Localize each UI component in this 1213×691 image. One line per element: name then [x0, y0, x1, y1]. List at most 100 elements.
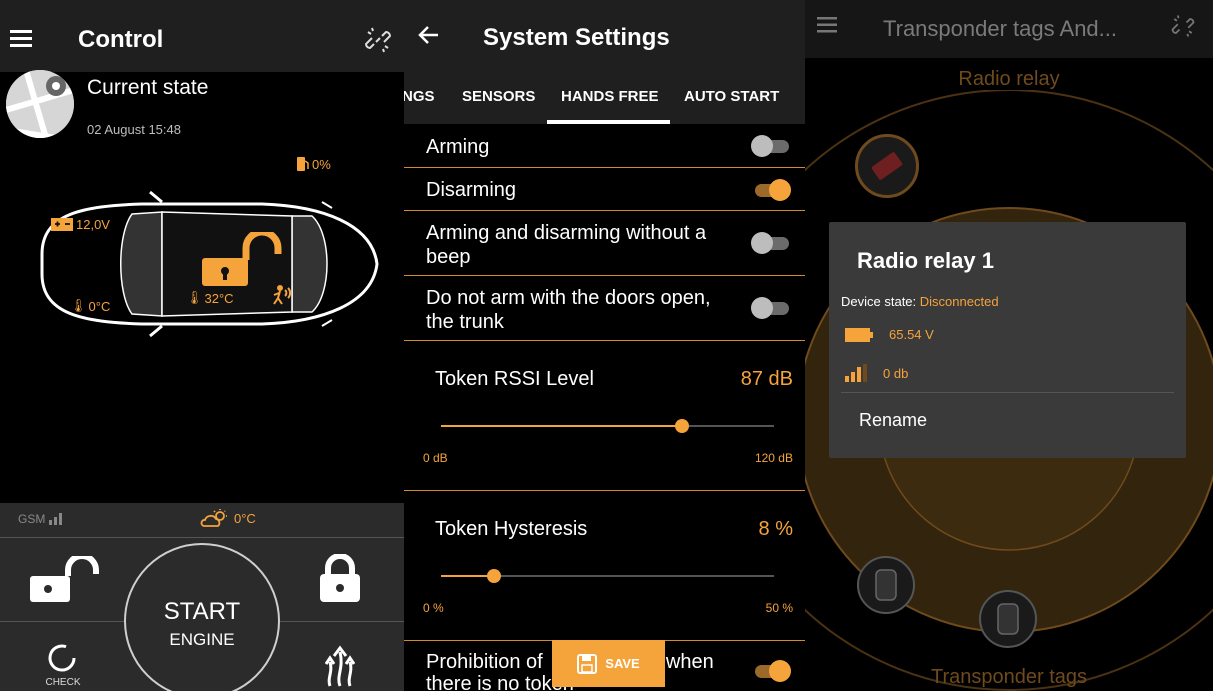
menu-icon[interactable]	[10, 28, 34, 48]
lock-icon	[320, 554, 360, 602]
setting-label: Prohibition of	[426, 651, 543, 673]
transponder-tags-section-label: Transponder tags	[930, 666, 1087, 688]
setting-row-arming[interactable]: Arming	[404, 124, 805, 168]
setting-row-silent[interactable]: Arming and disarming without a beep	[404, 211, 805, 276]
battery-status: 12,0V	[50, 216, 110, 232]
weather-status: 0°C	[200, 508, 256, 528]
cabin-temperature: 🌡 32°C	[186, 290, 234, 306]
device-dialog: Radio relay 1 Device state: Disconnected…	[829, 222, 1186, 458]
hysteresis-max: 50 %	[765, 601, 793, 615]
hysteresis-min: 0 %	[423, 601, 444, 615]
control-app-bar	[0, 0, 404, 72]
unlock-button[interactable]	[26, 556, 100, 604]
hysteresis-value: 8 %	[758, 518, 793, 540]
signal-bars-icon	[49, 513, 63, 525]
refresh-icon	[48, 644, 76, 672]
setting-row-doors-open[interactable]: Do not arm with the doors open, the trun…	[404, 276, 805, 341]
doors-open-toggle[interactable]	[751, 297, 789, 319]
tab-auto-start[interactable]: AUTO START	[684, 88, 779, 105]
outside-temp-value: 0°C	[88, 298, 111, 314]
silent-arming-toggle[interactable]	[751, 232, 789, 254]
setting-label: Do not arm with the doors open, the trun…	[426, 287, 711, 333]
rssi-max: 120 dB	[754, 451, 793, 465]
battery-value: 65.54 V	[889, 327, 934, 342]
divider	[841, 392, 1174, 393]
start-label: START	[163, 598, 241, 625]
save-button[interactable]: SAVE	[552, 640, 665, 687]
hysteresis-slider-section: Token Hysteresis 8 % 0 % 50 %	[404, 491, 805, 641]
fuel-icon	[297, 157, 309, 171]
setting-label: when	[665, 651, 714, 673]
control-screen: Control Current state 02 August 15:48 0%…	[0, 0, 404, 691]
engine-label: ENGINE	[169, 630, 235, 649]
tab-settings[interactable]: NGS	[404, 88, 435, 105]
arming-toggle[interactable]	[751, 135, 789, 157]
current-state-title: Current state	[87, 76, 209, 99]
rssi-slider-section: Token RSSI Level 87 dB 0 dB 120 dB	[404, 341, 805, 491]
setting-label: Arming and disarming without a beep	[426, 222, 707, 268]
state-timestamp: 02 August 15:48	[87, 122, 181, 137]
fuel-status: 0%	[296, 156, 331, 172]
setting-row-disarming[interactable]: Disarming	[404, 168, 805, 211]
setting-label: Arming	[426, 136, 490, 158]
back-arrow-icon[interactable]	[418, 24, 440, 46]
settings-screen: System Settings NGS SENSORS HANDS FREE A…	[404, 0, 805, 691]
transponder-tag-icon[interactable]	[857, 556, 915, 614]
transponder-tag-icon[interactable]	[979, 590, 1037, 648]
hysteresis-slider-thumb[interactable]	[487, 569, 501, 583]
page-title: Transponder tags And...	[883, 16, 1117, 41]
link-broken-icon[interactable]	[362, 24, 394, 56]
check-label: CHECK	[45, 677, 81, 688]
page-title: Control	[78, 26, 164, 53]
setting-label: Disarming	[426, 179, 517, 201]
fuel-level: 0%	[312, 156, 331, 172]
cabin-temp-value: 32°C	[204, 290, 234, 306]
dialog-title: Radio relay 1	[857, 248, 994, 273]
page-title: System Settings	[483, 24, 670, 51]
check-button[interactable]	[46, 642, 78, 674]
tab-sensors[interactable]: SENSORS	[462, 88, 535, 105]
map-avatar[interactable]	[6, 70, 74, 138]
device-state-label: Device state:	[841, 294, 917, 309]
gsm-label: GSM	[18, 512, 46, 526]
gsm-signal: GSM	[18, 512, 63, 526]
outside-temperature: 🌡 0°C	[70, 298, 110, 314]
weather-temp-value: 0°C	[234, 510, 256, 526]
rssi-value: 87 dB	[740, 368, 793, 390]
unlocked-padlock-icon	[196, 232, 286, 292]
no-token-toggle[interactable]	[753, 660, 791, 682]
cloud-sun-icon	[200, 509, 227, 527]
rssi-slider-thumb[interactable]	[675, 419, 689, 433]
signal-bars-icon	[845, 364, 867, 382]
relay-screen: Transponder tags And... Radio relay Tran…	[805, 0, 1213, 691]
slider-fill	[441, 425, 682, 427]
link-broken-icon[interactable]	[1169, 12, 1197, 40]
heat-arrows-icon	[324, 645, 356, 687]
car-battery-icon	[51, 218, 73, 231]
signal-value: 0 db	[883, 365, 909, 381]
lock-button[interactable]	[318, 554, 362, 604]
unlock-icon	[30, 556, 99, 602]
tab-bar: NGS SENSORS HANDS FREE AUTO START	[404, 88, 805, 110]
divider	[0, 537, 404, 538]
tab-hands-free[interactable]: HANDS FREE	[561, 88, 659, 105]
rssi-label: Token RSSI Level	[435, 368, 594, 390]
floppy-disk-icon	[577, 653, 598, 674]
save-label: SAVE	[605, 656, 640, 671]
device-signal: 0 db	[845, 364, 908, 382]
device-state-value: Disconnected	[919, 294, 999, 309]
battery-voltage: 12,0V	[76, 216, 110, 232]
thermometer-icon: 🌡	[186, 290, 203, 305]
walking-person-icon	[270, 284, 292, 306]
radio-relay-section-label: Radio relay	[958, 68, 1060, 90]
rssi-min: 0 dB	[423, 451, 448, 465]
device-battery: 65.54 V	[845, 327, 934, 342]
rename-button[interactable]: Rename	[859, 410, 927, 431]
hysteresis-label: Token Hysteresis	[435, 518, 588, 540]
menu-icon[interactable]	[817, 16, 839, 34]
device-state: Device state: Disconnected	[841, 294, 999, 309]
radio-relay-device-icon[interactable]	[855, 134, 919, 198]
disarming-toggle[interactable]	[753, 179, 791, 201]
battery-icon	[845, 327, 873, 342]
heating-button[interactable]	[322, 642, 358, 688]
